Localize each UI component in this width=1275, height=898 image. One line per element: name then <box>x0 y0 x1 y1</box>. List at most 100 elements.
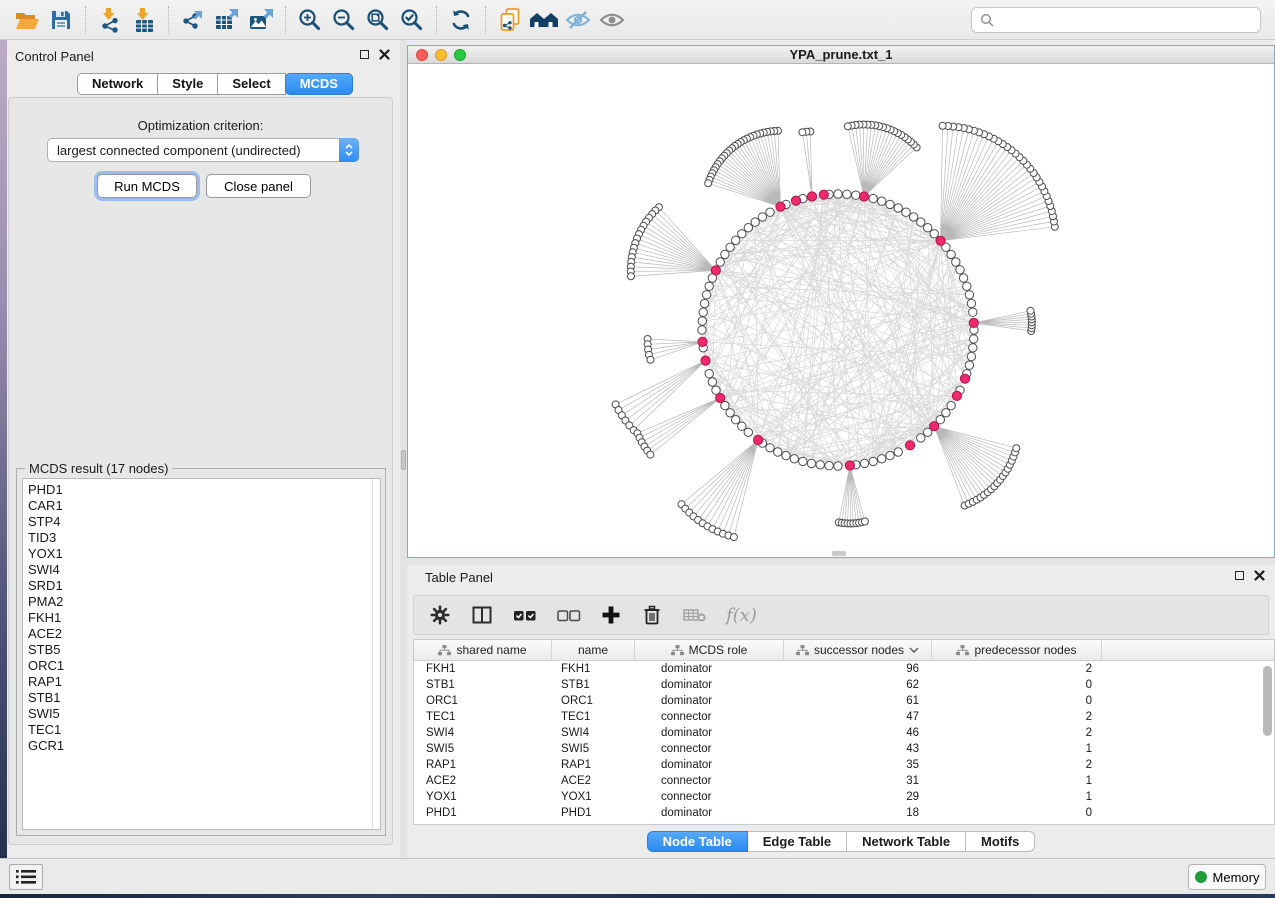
table-row[interactable]: FKH1 FKH1 dominator 96 2 <box>414 661 1274 677</box>
tab-edge-table[interactable]: Edge Table <box>748 831 847 852</box>
divider-handle[interactable] <box>401 450 406 470</box>
toggle-columns-button[interactable] <box>470 600 494 630</box>
close-window-icon[interactable] <box>416 49 428 61</box>
mcds-result-item[interactable]: RAP1 <box>28 674 380 690</box>
table-row[interactable]: STB1 STB1 dominator 62 0 <box>414 677 1274 693</box>
column-header-mcds-role[interactable]: MCDS role <box>635 640 784 660</box>
search-icon <box>980 13 995 28</box>
horizontal-split-divider[interactable] <box>407 558 1275 565</box>
column-header-shared-name[interactable]: shared name <box>414 640 552 660</box>
mcds-result-item[interactable]: TID3 <box>28 530 380 546</box>
mcds-result-item[interactable]: FKH1 <box>28 610 380 626</box>
mcds-result-item[interactable]: SWI4 <box>28 562 380 578</box>
tab-network[interactable]: Network <box>77 73 158 95</box>
zoom-in-button[interactable] <box>293 4 327 36</box>
mcds-result-item[interactable]: STB5 <box>28 642 380 658</box>
export-image-icon <box>248 7 275 33</box>
import-network-button[interactable] <box>93 4 127 36</box>
table-mode-button[interactable] <box>428 600 452 630</box>
export-image-button[interactable] <box>244 4 278 36</box>
tab-mcds[interactable]: MCDS <box>285 73 353 95</box>
open-button[interactable] <box>10 4 44 36</box>
mcds-result-item[interactable]: PMA2 <box>28 594 380 610</box>
mcds-result-list[interactable]: PHD1CAR1STP4TID3YOX1SWI4SRD1PMA2FKH1ACE2… <box>22 478 381 830</box>
save-icon <box>49 8 73 32</box>
tab-network-table[interactable]: Network Table <box>847 831 966 852</box>
show-panels-button[interactable] <box>9 864 43 890</box>
run-mcds-button[interactable]: Run MCDS <box>97 174 197 198</box>
status-bar: Memory <box>0 858 1275 894</box>
mcds-result-item[interactable]: ACE2 <box>28 626 380 642</box>
table-row[interactable]: SWI5 SWI5 connector 43 1 <box>414 741 1274 757</box>
mcds-result-item[interactable]: ORC1 <box>28 658 380 674</box>
close-panel-button[interactable]: Close panel <box>206 174 311 198</box>
tab-node-table[interactable]: Node Table <box>647 831 748 852</box>
zoom-fit-button[interactable] <box>361 4 395 36</box>
mcds-result-item[interactable]: STP4 <box>28 514 380 530</box>
zoom-out-button[interactable] <box>327 4 361 36</box>
main-toolbar <box>0 0 1275 40</box>
close-panel-icon[interactable] <box>1254 570 1265 581</box>
eye-slash-icon <box>564 8 592 32</box>
optimization-criterion-select[interactable]: largest connected component (undirected) <box>47 138 359 162</box>
mcds-result-item[interactable]: SRD1 <box>28 578 380 594</box>
mcds-result-item[interactable]: GCR1 <box>28 738 380 754</box>
tab-style[interactable]: Style <box>158 73 218 95</box>
float-panel-icon[interactable] <box>1235 571 1244 580</box>
refresh-button[interactable] <box>444 4 478 36</box>
tab-select[interactable]: Select <box>218 73 285 95</box>
show-all-button[interactable] <box>595 4 629 36</box>
export-network-button[interactable] <box>176 4 210 36</box>
table-panel: Table Panel f(x) shared name name MCDS r… <box>407 565 1275 858</box>
mcds-result-item[interactable]: TEC1 <box>28 722 380 738</box>
share-document-button[interactable] <box>493 4 527 36</box>
delete-column-button[interactable] <box>640 600 664 630</box>
add-column-button[interactable] <box>600 600 622 630</box>
delete-table-button[interactable] <box>682 600 708 630</box>
canvas-hscroll-handle[interactable] <box>832 551 846 556</box>
table-row[interactable]: ORC1 ORC1 dominator 61 0 <box>414 693 1274 709</box>
table-row[interactable]: RAP1 RAP1 dominator 35 2 <box>414 757 1274 773</box>
close-panel-icon[interactable] <box>379 49 390 60</box>
vertical-split-divider[interactable] <box>400 40 407 858</box>
tab-motifs[interactable]: Motifs <box>966 831 1035 852</box>
network-canvas[interactable] <box>408 64 1274 557</box>
export-table-button[interactable] <box>210 4 244 36</box>
function-builder-icon[interactable]: f(x) <box>726 605 757 626</box>
zoom-selected-button[interactable] <box>395 4 429 36</box>
column-header-successor-nodes[interactable]: successor nodes <box>784 640 932 660</box>
float-panel-icon[interactable] <box>360 50 369 59</box>
column-header-name[interactable]: name <box>552 640 635 660</box>
save-button[interactable] <box>44 4 78 36</box>
table-row[interactable]: TEC1 TEC1 connector 47 2 <box>414 709 1274 725</box>
table-scrollbar-thumb[interactable] <box>1263 666 1272 736</box>
list-icon <box>15 868 37 886</box>
neighbors-button[interactable] <box>527 4 561 36</box>
tree-icon <box>956 645 969 656</box>
table-row[interactable]: SWI4 SWI4 dominator 46 2 <box>414 725 1274 741</box>
mcds-result-item[interactable]: SWI5 <box>28 706 380 722</box>
mcds-result-item[interactable]: STB1 <box>28 690 380 706</box>
delete-table-icon <box>682 604 708 626</box>
hide-selected-button[interactable] <box>561 4 595 36</box>
mcds-result-item[interactable]: PHD1 <box>28 482 380 498</box>
table-row[interactable]: ACE2 ACE2 connector 31 1 <box>414 773 1274 789</box>
mcds-result-item[interactable]: CAR1 <box>28 498 380 514</box>
table-row[interactable]: YOX1 YOX1 connector 29 1 <box>414 789 1274 805</box>
list-scrollbar-track[interactable] <box>372 479 373 829</box>
network-window-titlebar[interactable]: YPA_prune.txt_1 <box>408 46 1274 64</box>
import-table-button[interactable] <box>127 4 161 36</box>
minimize-window-icon[interactable] <box>435 49 447 61</box>
select-all-button[interactable] <box>512 600 538 630</box>
search-input[interactable] <box>995 9 1260 31</box>
column-header-predecessor-nodes[interactable]: predecessor nodes <box>932 640 1102 660</box>
search-box[interactable] <box>971 7 1261 33</box>
mcds-result-item[interactable]: YOX1 <box>28 546 380 562</box>
table-row[interactable]: PHD1 PHD1 dominator 18 0 <box>414 805 1274 821</box>
optimization-criterion-label: Optimization criterion: <box>9 118 392 133</box>
export-network-icon <box>180 7 206 33</box>
deselect-all-button[interactable] <box>556 600 582 630</box>
maximize-window-icon[interactable] <box>454 49 466 61</box>
tree-icon <box>671 645 684 656</box>
memory-button[interactable]: Memory <box>1188 864 1266 890</box>
